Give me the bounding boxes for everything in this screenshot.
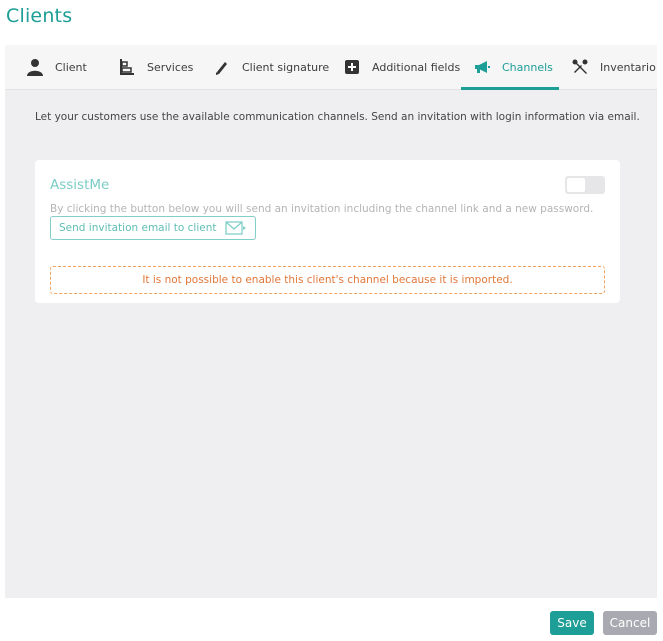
tools-icon <box>570 57 590 77</box>
user-icon <box>25 57 45 77</box>
tab-client[interactable]: Client <box>25 45 87 89</box>
tab-label: Channels <box>502 60 553 74</box>
send-invitation-button[interactable]: Send invitation email to client <box>50 216 256 240</box>
tab-channels[interactable]: Channels <box>472 45 553 89</box>
services-icon <box>117 57 137 77</box>
tab-additional-fields[interactable]: Additional fields <box>342 45 460 89</box>
client-panel: Client Services Client signature Additio… <box>5 45 657 598</box>
tab-services[interactable]: Services <box>117 45 193 89</box>
tab-client-signature[interactable]: Client signature <box>212 45 329 89</box>
page-title: Clients <box>6 5 73 27</box>
import-warning-message: It is not possible to enable this client… <box>50 266 605 294</box>
channel-enable-toggle[interactable] <box>565 176 605 194</box>
tab-label: Client signature <box>242 60 330 74</box>
pen-icon <box>212 57 232 77</box>
megaphone-icon <box>472 57 492 77</box>
channel-description: By clicking the button below you will se… <box>50 203 594 215</box>
email-send-icon <box>224 221 247 235</box>
cancel-button[interactable]: Cancel <box>603 611 657 635</box>
plus-box-icon <box>342 57 362 77</box>
toggle-knob <box>567 178 585 192</box>
tab-bar: Client Services Client signature Additio… <box>5 45 657 90</box>
tab-label: Additional fields <box>372 60 461 74</box>
save-button[interactable]: Save <box>550 611 594 635</box>
channel-title: AssistMe <box>50 177 110 193</box>
send-invitation-label: Send invitation email to client <box>59 222 217 234</box>
active-tab-indicator <box>461 87 559 90</box>
channel-card-assistme: AssistMe By clicking the button below yo… <box>35 160 620 303</box>
channels-intro-text: Let your customers use the available com… <box>35 111 640 123</box>
tab-label: Inventario <box>600 60 656 74</box>
tab-inventario[interactable]: Inventario <box>570 45 656 89</box>
tab-label: Services <box>147 60 194 74</box>
tab-label: Client <box>55 60 87 74</box>
